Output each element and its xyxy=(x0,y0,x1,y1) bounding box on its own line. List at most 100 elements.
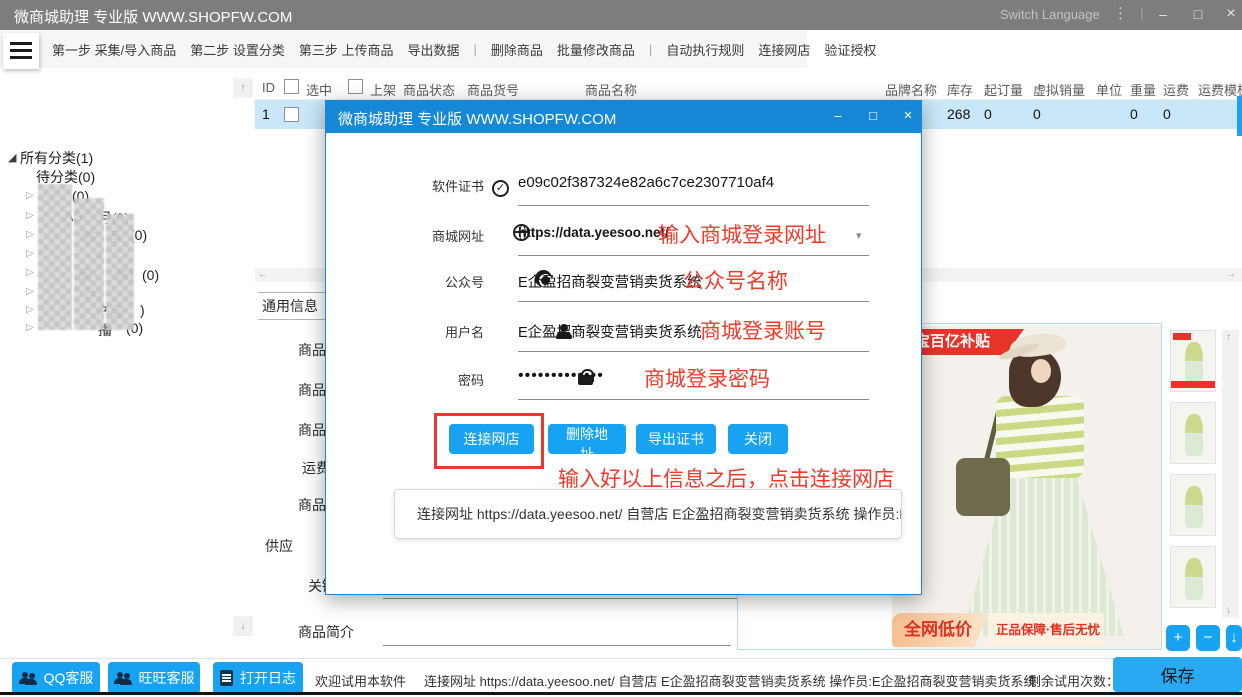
menu-delete-product[interactable]: 删除商品 xyxy=(491,40,543,59)
thumbnail-1[interactable] xyxy=(1170,330,1216,392)
col-shipping[interactable]: 运费 xyxy=(1163,80,1189,99)
people-icon xyxy=(114,672,132,685)
menu-step3-upload[interactable]: 第三步 上传商品 xyxy=(299,40,394,59)
intro-input[interactable] xyxy=(383,645,731,646)
scroll-right-icon[interactable]: → xyxy=(1226,269,1236,280)
tree-collapsed-icon[interactable]: ▷ xyxy=(26,229,34,240)
col-stock[interactable]: 库存 xyxy=(947,80,973,99)
export-certificate-button[interactable]: 导出证书 xyxy=(636,424,716,454)
product-main-image[interactable]: 淘宝百亿补贴 全网低价 正品保障·售后无忧 xyxy=(892,326,1161,649)
connection-status-text: 连接网址 https://data.yeesoo.net/ 自营店 E企盈招商裂… xyxy=(424,671,1037,690)
form-label: 商品简介 xyxy=(298,622,354,642)
check-circle-icon: ✓ xyxy=(492,180,509,197)
hamburger-menu-icon[interactable] xyxy=(3,33,39,69)
col-weight[interactable]: 重量 xyxy=(1130,80,1156,99)
col-virtual-sales[interactable]: 虚拟销量 xyxy=(1033,80,1085,99)
bag-art xyxy=(956,458,1010,516)
menu-batch-edit[interactable]: 批量修改商品 xyxy=(557,40,635,59)
password-input[interactable]: ••••••••••••• xyxy=(518,367,604,385)
col-brand[interactable]: 品牌名称 xyxy=(885,80,937,99)
field-label-official-account: 公众号 xyxy=(384,272,484,291)
privacy-mask xyxy=(74,198,104,330)
delete-address-button[interactable]: 删除地址 xyxy=(548,424,626,454)
official-account-input[interactable]: E企盈招商裂变营销卖货系统 xyxy=(518,271,702,292)
sidebar-scroll-up-button[interactable]: ↑ xyxy=(233,78,253,98)
annotation-shop-url: 输入商城登录网址 xyxy=(658,219,826,249)
wangwang-support-button[interactable]: 旺旺客服 xyxy=(108,662,200,694)
shop-url-input[interactable]: https://data.yeesoo.net/ xyxy=(518,225,669,240)
dialog-close-button[interactable]: × xyxy=(894,101,922,133)
scroll-left-icon[interactable]: ← xyxy=(258,269,268,280)
dialog-maximize-button[interactable]: □ xyxy=(859,101,887,133)
image-download-button[interactable]: ↓ xyxy=(1226,625,1242,651)
menu-auto-rules[interactable]: 自动执行规则 xyxy=(666,40,744,59)
close-button[interactable]: × xyxy=(1216,0,1242,30)
col-unit[interactable]: 单位 xyxy=(1096,80,1122,99)
scroll-up-icon[interactable]: ↑ xyxy=(1226,332,1231,343)
maximize-button[interactable]: □ xyxy=(1183,0,1213,30)
menu-connect-shop[interactable]: 连接网店 xyxy=(758,40,810,59)
col-status[interactable]: 商品状态 xyxy=(403,80,455,99)
row-select-checkbox[interactable] xyxy=(284,107,299,122)
annotation-password: 商城登录密码 xyxy=(644,363,770,393)
tree-collapsed-icon[interactable]: ▷ xyxy=(26,248,34,259)
dialog-title: 微商城助理 专业版 WWW.SHOPFW.COM xyxy=(338,108,616,129)
switch-language-button[interactable]: Switch Language xyxy=(1000,7,1100,22)
field-label-username: 用户名 xyxy=(384,322,484,341)
table-vscrollbar-thumb[interactable] xyxy=(1237,96,1242,136)
open-log-button[interactable]: 打开日志 xyxy=(213,662,303,694)
form-label: 商品 xyxy=(298,380,326,400)
table-header: ID 选中 上架 商品状态 商品货号 商品名称 品牌名称 库存 起订量 虚拟销量… xyxy=(255,78,1242,100)
image-add-button[interactable]: + xyxy=(1166,625,1190,651)
qq-support-button[interactable]: QQ客服 xyxy=(12,662,100,694)
thumbnail-3[interactable] xyxy=(1170,474,1216,536)
field-underline xyxy=(518,255,869,256)
tab-general-info[interactable]: 通用信息 xyxy=(258,292,332,320)
menu-verify-auth[interactable]: 验证授权 xyxy=(824,40,876,59)
field-underline xyxy=(518,399,869,400)
tree-item-all-categories[interactable]: 所有分类(1) xyxy=(20,148,93,168)
more-options-icon[interactable]: ⋮ xyxy=(1113,4,1128,22)
tree-collapsed-icon[interactable]: ▷ xyxy=(26,190,34,201)
menu-export-data[interactable]: 导出数据 xyxy=(407,40,459,59)
sidebar-scroll-down-button[interactable]: ↓ xyxy=(233,616,253,636)
username-input[interactable]: E企盈招商裂变营销卖货系统 xyxy=(518,321,702,342)
tree-collapsed-icon[interactable]: ▷ xyxy=(26,210,34,221)
dialog-close-action-button[interactable]: 关闭 xyxy=(728,424,788,454)
form-label: 商品 xyxy=(298,340,326,360)
tree-item-label: ) xyxy=(140,302,145,318)
tree-collapsed-icon[interactable]: ▷ xyxy=(26,322,34,333)
onsale-all-checkbox[interactable] xyxy=(348,79,363,94)
save-button[interactable]: 保存 xyxy=(1113,657,1242,692)
thumbnail-scrollbar[interactable]: ↑ ↓ xyxy=(1222,330,1239,618)
certificate-input[interactable]: e09c02f387324e82a6c7ce2307710af4 xyxy=(518,174,774,191)
thumbnail-2[interactable] xyxy=(1170,402,1216,464)
col-sku[interactable]: 商品货号 xyxy=(467,80,519,99)
scroll-down-icon[interactable]: ↓ xyxy=(1226,605,1231,616)
titlebar: 微商城助理 专业版 WWW.SHOPFW.COM Switch Language… xyxy=(0,0,1242,30)
menu-divider: | xyxy=(649,42,652,57)
dialog-minimize-button[interactable]: – xyxy=(824,101,852,133)
menu-step2-category[interactable]: 第二步 设置分类 xyxy=(190,40,285,59)
tree-item-masked[interactable]: ▷ (0) xyxy=(0,188,230,206)
minimize-button[interactable]: – xyxy=(1148,0,1178,30)
col-min-order[interactable]: 起订量 xyxy=(984,80,1023,99)
keywords-input[interactable] xyxy=(383,598,760,599)
thumbnail-4[interactable] xyxy=(1170,546,1216,608)
tree-collapsed-icon[interactable]: ▷ xyxy=(26,267,34,278)
tree-collapsed-icon[interactable]: ▷ xyxy=(26,304,34,315)
dropdown-caret-icon[interactable]: ▾ xyxy=(856,229,862,242)
trial-count-text: 剩余试用次数：4 xyxy=(1028,671,1126,690)
menu-step1-import[interactable]: 第一步 采集/导入商品 xyxy=(52,40,176,59)
col-onsale[interactable]: 上架 xyxy=(370,80,396,99)
form-label: 商品 xyxy=(298,420,326,440)
col-id[interactable]: ID xyxy=(262,80,275,95)
col-selected[interactable]: 选中 xyxy=(306,80,332,99)
image-remove-button[interactable]: − xyxy=(1196,625,1220,651)
guarantee-badge: 正品保障·售后无忧 xyxy=(988,613,1104,647)
privacy-mask xyxy=(106,214,134,330)
col-name[interactable]: 商品名称 xyxy=(585,80,637,99)
col-shipping-template[interactable]: 运费模板 xyxy=(1198,80,1242,99)
tree-collapsed-icon[interactable]: ▷ xyxy=(26,286,34,297)
select-all-checkbox[interactable] xyxy=(284,79,299,94)
